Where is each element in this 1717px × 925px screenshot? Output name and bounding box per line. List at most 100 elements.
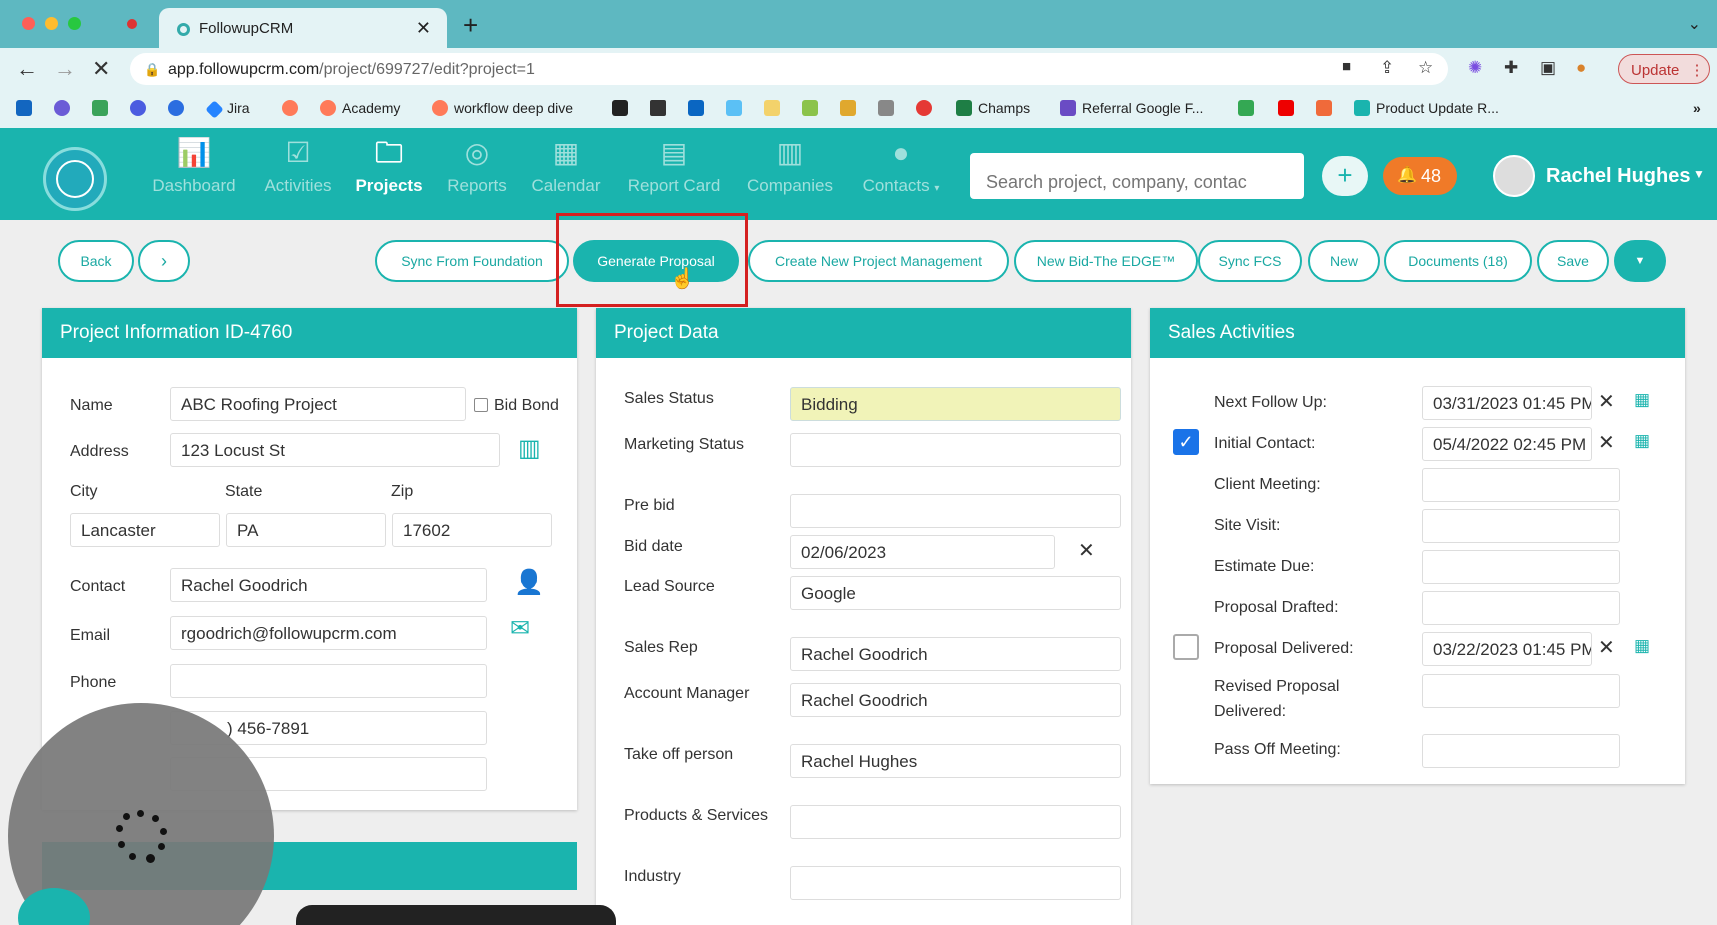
address-field[interactable]: 123 Locust St	[170, 433, 500, 467]
share-icon[interactable]: ⇪	[1380, 58, 1394, 78]
new-button[interactable]: New	[1308, 240, 1380, 282]
user-name[interactable]: Rachel Hughes	[1546, 165, 1690, 188]
browser-tab[interactable]: FollowupCRM ✕	[159, 8, 447, 50]
globe-bookmark-icon[interactable]	[168, 100, 190, 116]
account-manager-select[interactable]: Rachel Goodrich	[790, 683, 1121, 717]
proposal-drafted-field[interactable]	[1422, 591, 1620, 625]
more-bookmarks-icon[interactable]: »	[1693, 100, 1701, 116]
initial-contact-checkbox[interactable]: ✓	[1173, 429, 1199, 455]
nav-dashboard[interactable]: 📊 Dashboard	[150, 134, 238, 196]
contact-field[interactable]: Rachel Goodrich	[170, 568, 487, 602]
sales-status-select[interactable]: Bidding	[790, 387, 1121, 421]
trophy-bookmark-icon[interactable]	[840, 100, 862, 116]
new-bid-button[interactable]: New Bid-The EDGE™	[1014, 240, 1198, 282]
calendar-icon[interactable]: ▦	[1634, 636, 1650, 656]
nav-calendar[interactable]: ▦ Calendar	[530, 134, 602, 196]
takeoff-select[interactable]: Rachel Hughes	[790, 744, 1121, 778]
close-tab-icon[interactable]: ✕	[416, 18, 431, 39]
referral-bookmark[interactable]: Referral Google F...	[1060, 100, 1203, 116]
notion-bookmark-icon[interactable]	[612, 100, 634, 116]
close-window-icon[interactable]	[22, 17, 35, 30]
proposal-delivered-field[interactable]: 03/22/2023 01:45 PM	[1422, 632, 1592, 666]
client-meeting-field[interactable]	[1422, 468, 1620, 502]
products-select[interactable]	[790, 805, 1121, 839]
youtube-bookmark-icon[interactable]	[1278, 100, 1300, 116]
microscope-bookmark-icon[interactable]	[878, 100, 900, 116]
clear-initial-contact-icon[interactable]: ✕	[1598, 430, 1615, 455]
global-search-input[interactable]	[970, 153, 1304, 199]
nav-report-card[interactable]: ▤ Report Card	[624, 134, 724, 196]
cap-bookmark-icon[interactable]	[650, 100, 672, 116]
estimate-due-field[interactable]	[1422, 550, 1620, 584]
bid-bond-checkbox[interactable]	[474, 398, 488, 412]
documents-button[interactable]: Documents (18)	[1384, 240, 1532, 282]
outlook-bookmark-icon[interactable]	[16, 100, 38, 116]
tab-list-chevron-icon[interactable]: ⌄	[1688, 14, 1701, 34]
bid-date-field[interactable]: 02/06/2023	[790, 535, 1055, 569]
image-bookmark-icon[interactable]	[802, 100, 824, 116]
drive-bookmark-icon[interactable]	[1238, 100, 1260, 116]
extension-badge-icon[interactable]: ✺	[1468, 58, 1482, 78]
hubspot-bookmark-icon[interactable]	[282, 100, 304, 116]
pass-off-meeting-field[interactable]	[1422, 734, 1620, 768]
next-follow-up-field[interactable]: 03/31/2023 01:45 PM	[1422, 386, 1592, 420]
forward-arrow-icon[interactable]: →	[54, 56, 76, 82]
update-button[interactable]: Update ⋮	[1618, 54, 1710, 84]
lead-source-select[interactable]: Google	[790, 576, 1121, 610]
linkedin-bookmark-icon[interactable]	[688, 100, 710, 116]
sales-rep-select[interactable]: Rachel Goodrich	[790, 637, 1121, 671]
pencil-bookmark-icon[interactable]	[764, 100, 786, 116]
nav-activities[interactable]: ☑ Activities	[258, 134, 338, 196]
profile-icon[interactable]: ●	[1576, 58, 1586, 78]
phone-field[interactable]	[170, 664, 487, 698]
next-button[interactable]: ›	[138, 240, 190, 282]
email-field[interactable]: rgoodrich@followupcrm.com	[170, 616, 487, 650]
revised-proposal-field[interactable]	[1422, 674, 1620, 708]
back-arrow-icon[interactable]: ←	[16, 56, 38, 82]
quick-add-button[interactable]: +	[1322, 156, 1368, 196]
clear-proposal-delivered-icon[interactable]: ✕	[1598, 635, 1615, 660]
gear-bookmark-icon[interactable]	[54, 100, 76, 116]
calendar-icon[interactable]: ▦	[1634, 431, 1650, 451]
marketing-status-select[interactable]	[790, 433, 1121, 467]
sync-fcs-button[interactable]: Sync FCS	[1198, 240, 1302, 282]
puzzle-icon[interactable]: ✚	[1504, 58, 1518, 78]
initial-contact-field[interactable]: 05/4/2022 02:45 PM	[1422, 427, 1592, 461]
pdf-bookmark-icon[interactable]	[1316, 100, 1338, 116]
nav-contacts[interactable]: ● Contacts ▾	[856, 134, 946, 196]
create-project-management-button[interactable]: Create New Project Management	[748, 240, 1009, 282]
new-tab-icon[interactable]: +	[463, 10, 478, 41]
academy-bookmark[interactable]: Academy	[320, 100, 400, 116]
more-actions-caret-icon[interactable]: ▼	[1614, 240, 1666, 282]
camera-icon[interactable]: ■	[1342, 58, 1351, 75]
avatar[interactable]	[1493, 155, 1535, 197]
envelope-icon[interactable]: ✉	[510, 614, 530, 643]
notifications-button[interactable]: 🔔 48	[1383, 157, 1457, 195]
heart-bookmark-icon[interactable]	[916, 100, 938, 116]
site-visit-field[interactable]	[1422, 509, 1620, 543]
product-update-bookmark[interactable]: Product Update R...	[1354, 100, 1499, 116]
nav-companies[interactable]: ▥ Companies	[744, 134, 836, 196]
state-field[interactable]: PA	[226, 513, 386, 547]
diamond-bookmark-icon[interactable]	[726, 100, 748, 116]
nav-projects[interactable]: 🗀 Projects	[354, 134, 424, 196]
app-logo[interactable]	[43, 147, 107, 211]
sidebar-icon[interactable]: ▣	[1540, 58, 1556, 78]
industry-select[interactable]	[790, 866, 1121, 900]
save-button[interactable]: Save	[1537, 240, 1609, 282]
minimize-window-icon[interactable]	[45, 17, 58, 30]
name-field[interactable]: ABC Roofing Project	[170, 387, 466, 421]
url-field[interactable]: 🔒 app.followupcrm.com/project/699727/edi…	[130, 53, 1448, 85]
jira-bookmark[interactable]: Jira	[205, 100, 250, 119]
back-button[interactable]: Back	[58, 240, 134, 282]
map-icon[interactable]: ▥	[518, 434, 541, 463]
star-icon[interactable]: ☆	[1418, 58, 1433, 78]
c-bookmark-icon[interactable]	[130, 100, 152, 116]
nav-reports[interactable]: ◎ Reports	[442, 134, 512, 196]
champs-bookmark[interactable]: Champs	[956, 100, 1030, 116]
stop-loading-icon[interactable]: ✕	[92, 56, 110, 82]
calendar-icon[interactable]: ▦	[1634, 390, 1650, 410]
leaf-bookmark-icon[interactable]	[92, 100, 114, 116]
user-caret-icon[interactable]: ▼	[1693, 167, 1705, 181]
workflow-bookmark[interactable]: workflow deep dive	[432, 100, 573, 116]
